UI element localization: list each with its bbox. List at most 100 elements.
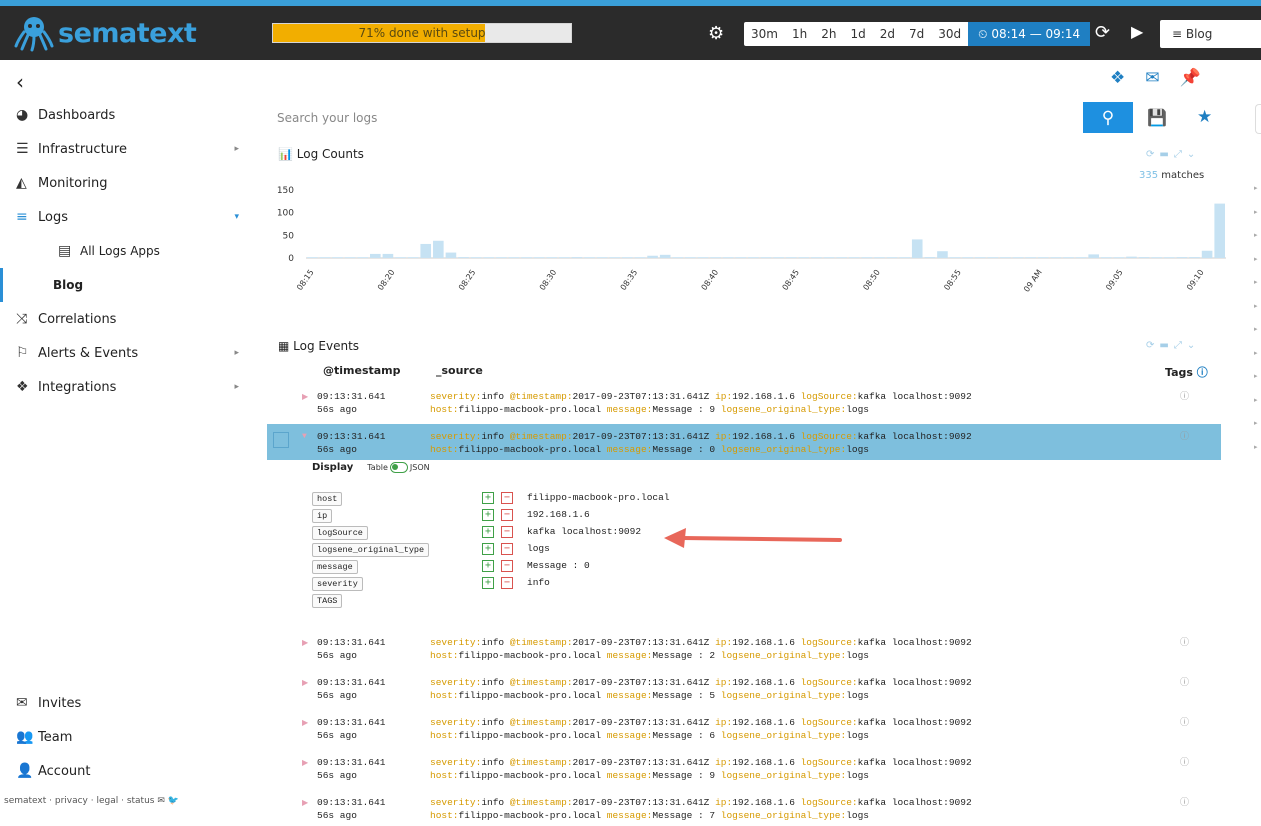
log-count-bar[interactable] — [1201, 250, 1213, 258]
log-count-bar[interactable] — [785, 257, 797, 258]
log-count-bar[interactable] — [382, 253, 394, 258]
log-events-panel-tools[interactable]: ⟳▬⤢⌄ — [1146, 340, 1200, 351]
log-count-bar[interactable] — [596, 257, 608, 258]
field-key[interactable]: ip: — [715, 757, 732, 768]
filter-include-icon[interactable]: + — [482, 543, 494, 555]
field-key[interactable]: logSource: — [801, 797, 858, 808]
log-count-bar[interactable] — [1138, 257, 1150, 258]
field-key[interactable]: ip: — [715, 717, 732, 728]
log-count-bar[interactable] — [1189, 257, 1200, 258]
log-count-bar[interactable] — [344, 257, 356, 258]
filter-exclude-icon[interactable]: − — [501, 543, 513, 555]
filter-include-icon[interactable]: + — [482, 560, 494, 572]
info-icon[interactable]: ⓘ — [1180, 715, 1189, 728]
log-count-bar[interactable] — [811, 257, 822, 258]
star-icon[interactable]: ★ — [1197, 107, 1212, 127]
log-count-bar[interactable] — [685, 257, 696, 258]
log-count-bar[interactable] — [899, 257, 910, 258]
field-key[interactable]: message: — [607, 810, 653, 821]
field-key[interactable]: severity: — [430, 637, 481, 648]
field-key[interactable]: @timestamp: — [510, 717, 573, 728]
field-key[interactable]: @timestamp: — [510, 391, 573, 402]
envelope-icon[interactable]: ✉ — [1145, 68, 1159, 88]
log-count-bar[interactable] — [848, 257, 860, 258]
table-json-toggle[interactable] — [389, 462, 408, 473]
field-key[interactable]: logsene_original_type: — [721, 730, 846, 741]
field-key[interactable]: host: — [430, 810, 459, 821]
field-key[interactable]: ip: — [715, 797, 732, 808]
log-count-bar[interactable] — [571, 257, 583, 258]
field-name-tag[interactable]: message — [312, 560, 358, 574]
table-row[interactable]: ▶ 09:13:31.641 56s ago severity:info @times… — [267, 710, 1221, 746]
log-count-bar[interactable] — [798, 257, 810, 258]
info-icon[interactable]: ⓘ — [1180, 635, 1189, 648]
log-count-bar[interactable] — [1214, 203, 1225, 258]
field-key[interactable]: message: — [607, 690, 653, 701]
sidebar-item-integrations[interactable]: ❖ Integrations ▸ — [0, 370, 255, 404]
field-key[interactable]: severity: — [430, 677, 481, 688]
log-count-bar[interactable] — [987, 257, 999, 258]
save-icon[interactable]: 💾 — [1147, 108, 1167, 127]
field-key[interactable]: logSource: — [801, 431, 858, 442]
log-count-bar[interactable] — [634, 257, 646, 258]
log-count-bar[interactable] — [722, 257, 734, 258]
filter-exclude-icon[interactable]: − — [501, 560, 513, 572]
field-key[interactable]: @timestamp: — [510, 431, 573, 442]
time-range-1d[interactable]: 1d — [843, 22, 872, 46]
expand-row-icon[interactable]: ▶ — [302, 678, 308, 688]
log-count-bar[interactable] — [697, 257, 709, 258]
log-counts-chart[interactable]: 0 50 100 150 08:15 08:20 08:25 08:30 08:35 08:40 0… — [276, 180, 1232, 310]
time-range-30d[interactable]: 30d — [931, 22, 968, 46]
log-count-bar[interactable] — [647, 255, 658, 258]
sidebar-item-all-logs-apps[interactable]: ▤ All Logs Apps — [0, 234, 255, 268]
log-count-bar[interactable] — [458, 257, 469, 258]
sidebar-item-account[interactable]: 👤 Account — [0, 754, 255, 788]
log-count-bar[interactable] — [370, 253, 381, 258]
search-button[interactable]: ⚲ — [1083, 102, 1133, 133]
log-count-bar[interactable] — [974, 257, 986, 258]
pin-icon[interactable]: 📌 — [1180, 68, 1201, 88]
log-count-bar[interactable] — [1163, 257, 1175, 258]
field-key[interactable]: logSource: — [801, 637, 858, 648]
filter-exclude-icon[interactable]: − — [501, 492, 513, 504]
log-count-bar[interactable] — [672, 257, 684, 258]
collapse-sidebar-icon[interactable]: ‹ — [16, 70, 24, 94]
field-key[interactable]: severity: — [430, 757, 481, 768]
time-range-30m[interactable]: 30m — [744, 22, 785, 46]
log-count-bar[interactable] — [1176, 257, 1188, 258]
log-count-bar[interactable] — [496, 257, 507, 258]
log-count-bar[interactable] — [483, 257, 495, 258]
field-key[interactable]: message: — [607, 770, 653, 781]
field-key[interactable]: @timestamp: — [510, 757, 573, 768]
sidebar-item-invites[interactable]: ✉ Invites — [0, 686, 255, 720]
log-count-bar[interactable] — [760, 257, 772, 258]
log-count-bar[interactable] — [622, 257, 633, 258]
time-range-1h[interactable]: 1h — [785, 22, 814, 46]
log-count-bar[interactable] — [1100, 257, 1112, 258]
log-count-bar[interactable] — [710, 257, 721, 258]
side-panel-handle[interactable] — [1255, 104, 1261, 134]
field-key[interactable]: ip: — [715, 431, 732, 442]
log-count-bar[interactable] — [445, 252, 457, 258]
filter-include-icon[interactable]: + — [482, 509, 494, 521]
log-counts-panel-tools[interactable]: ⟳▬⤢⌄ — [1146, 149, 1200, 160]
log-count-bar[interactable] — [836, 257, 847, 258]
setup-progress-bar[interactable]: 71% done with setup — [272, 23, 572, 43]
field-key[interactable]: host: — [430, 444, 459, 455]
log-count-bar[interactable] — [433, 240, 444, 258]
field-name-tag[interactable]: TAGS — [312, 594, 343, 608]
field-key[interactable]: host: — [430, 770, 459, 781]
log-count-bar[interactable] — [332, 257, 343, 258]
log-count-bar[interactable] — [659, 254, 671, 258]
info-icon[interactable]: ⓘ — [1180, 429, 1189, 442]
expand-row-icon[interactable]: ▶ — [302, 718, 308, 728]
log-count-bar[interactable] — [533, 257, 545, 258]
filter-exclude-icon[interactable]: − — [501, 526, 513, 538]
log-count-bar[interactable] — [861, 257, 873, 258]
expand-row-icon[interactable]: ▶ — [302, 392, 308, 402]
field-key[interactable]: ip: — [715, 637, 732, 648]
gears-icon[interactable]: ⚙ — [708, 23, 732, 44]
log-count-bar[interactable] — [307, 257, 318, 258]
log-count-bar[interactable] — [407, 257, 419, 258]
cubes-icon[interactable]: ❖ — [1110, 68, 1125, 88]
